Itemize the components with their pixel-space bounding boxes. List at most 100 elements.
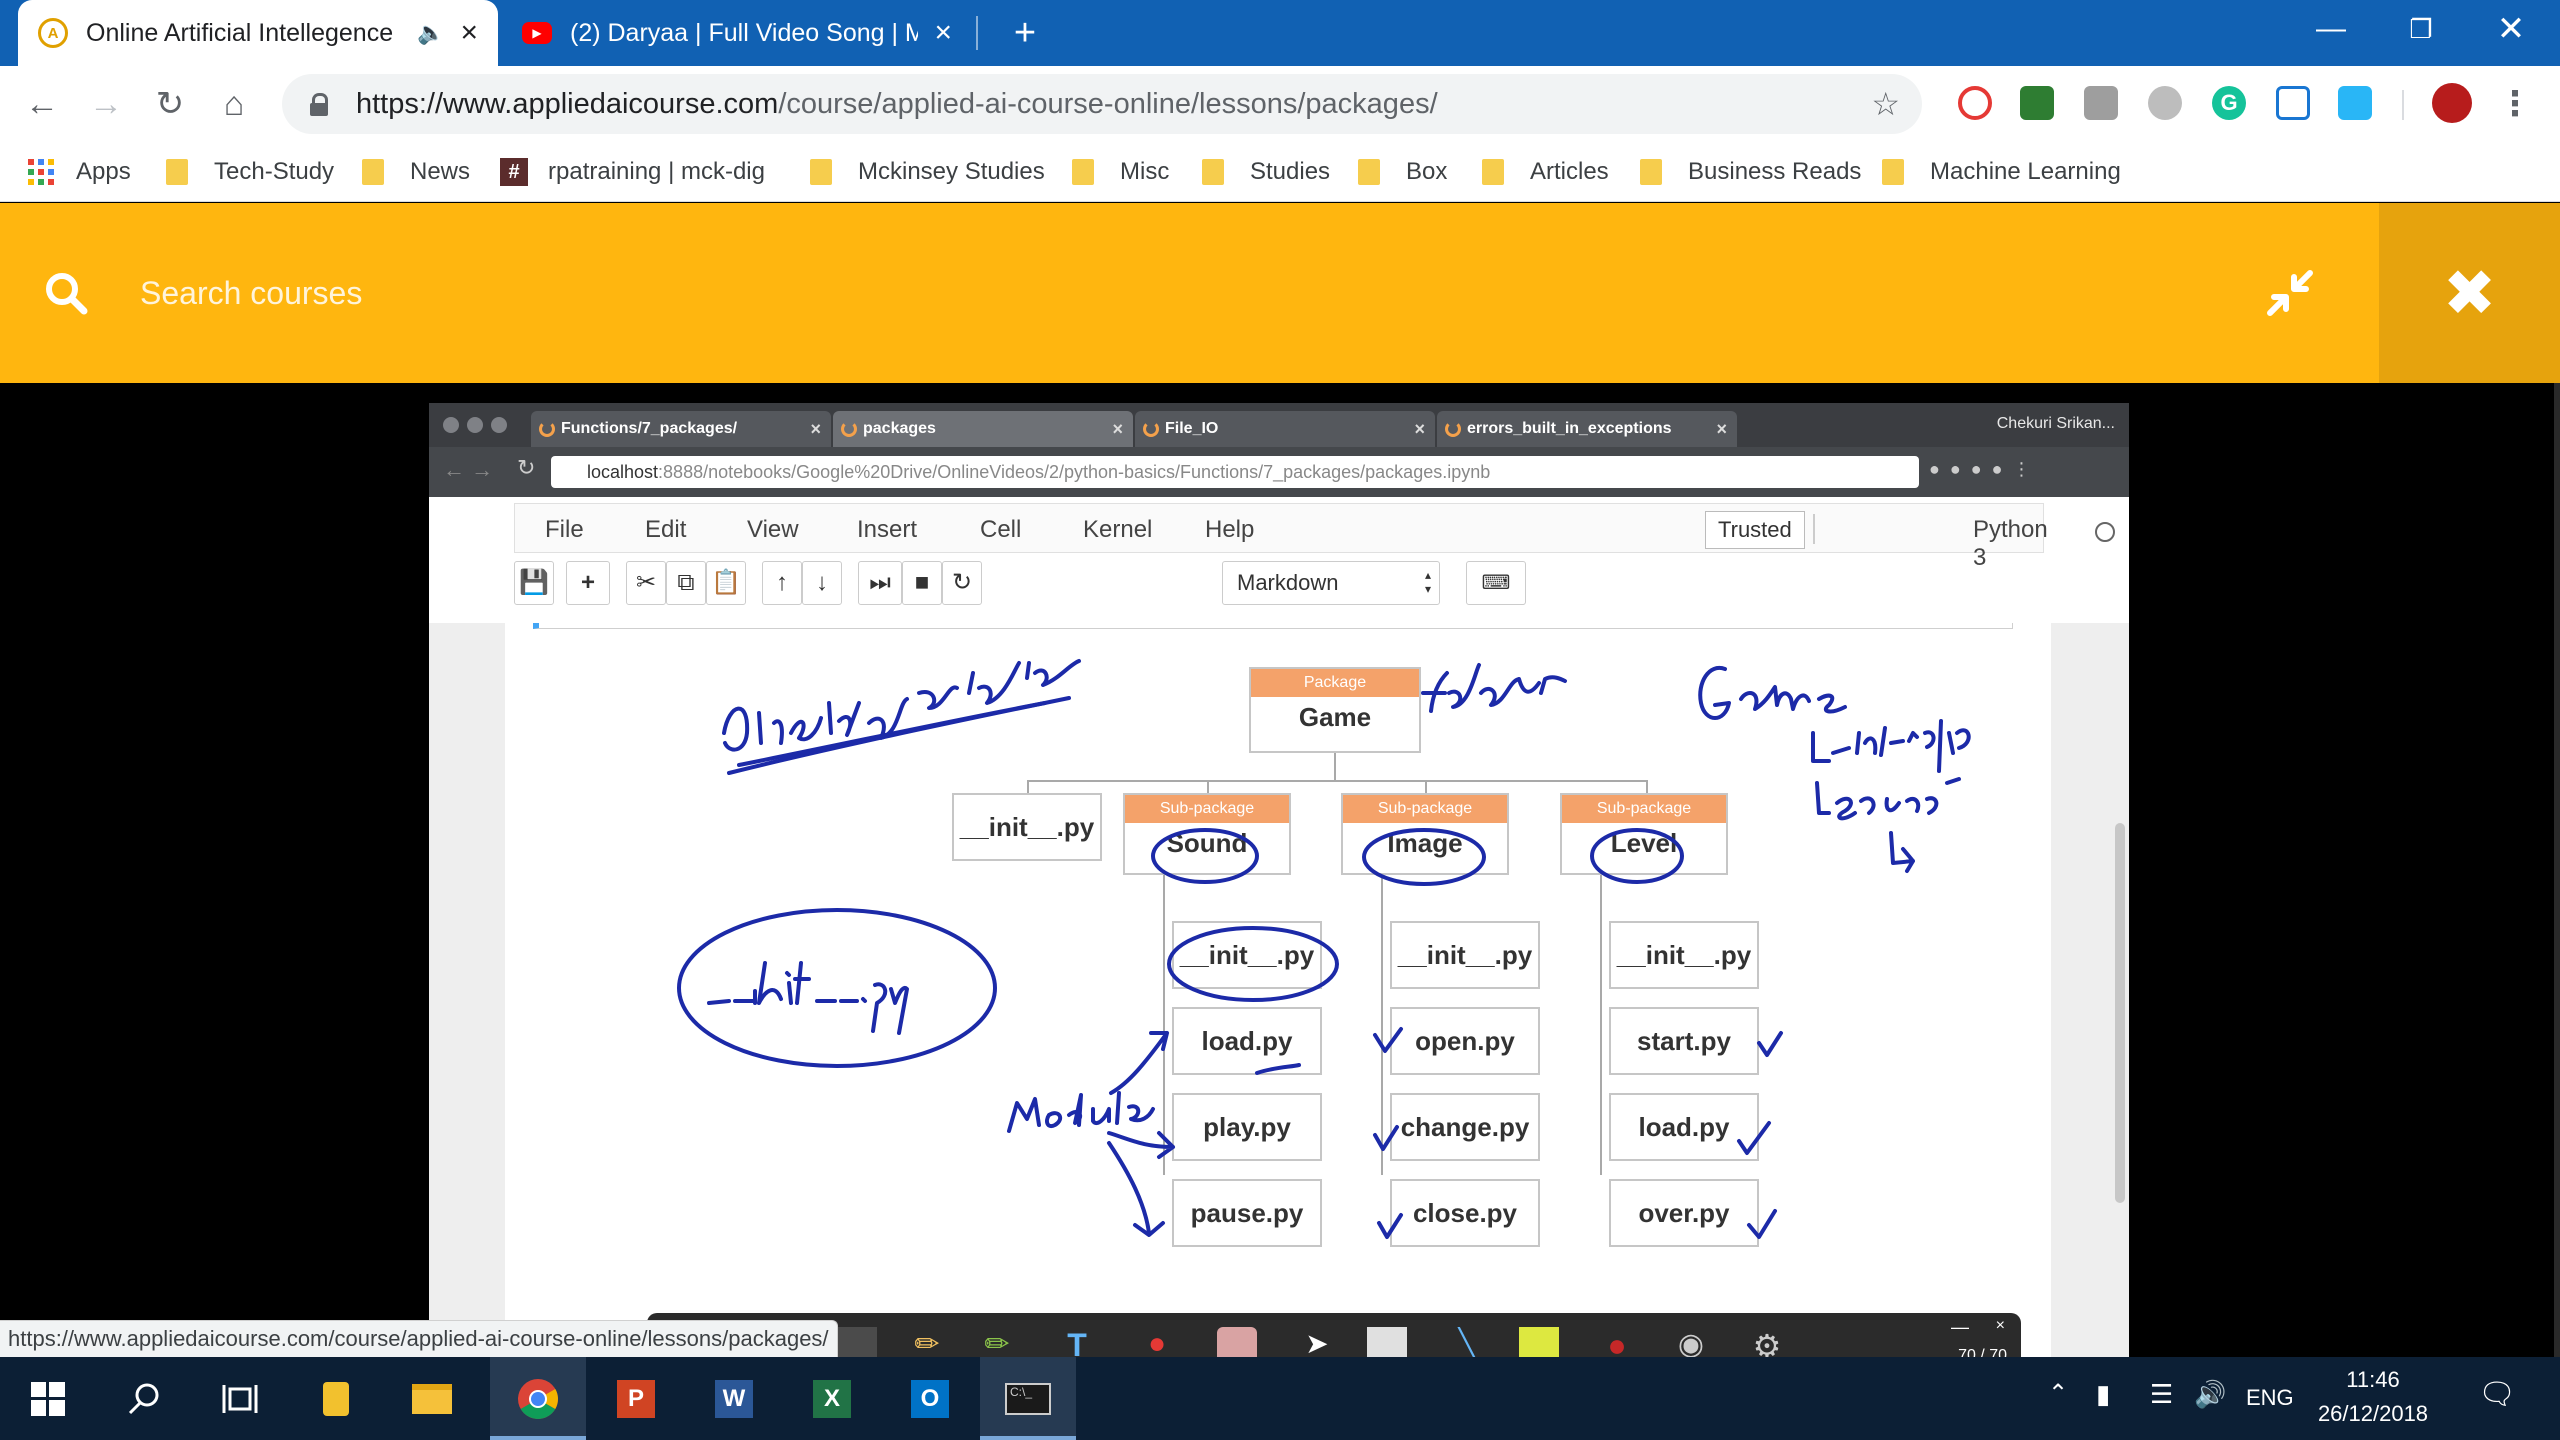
- page-tool-icon: [837, 1327, 877, 1357]
- menu-divider: [1813, 514, 1815, 544]
- subpackage-name: Image: [1387, 828, 1463, 858]
- language-indicator[interactable]: ENG: [2246, 1385, 2294, 1411]
- taskbar-app-word[interactable]: W: [686, 1357, 782, 1440]
- bookmark-folder[interactable]: Misc: [1072, 152, 1169, 192]
- tree-connector: [1163, 875, 1165, 1175]
- extension-blue-icon[interactable]: [2276, 86, 2310, 120]
- bookmark-folder[interactable]: Studies: [1202, 152, 1330, 192]
- insert-cell-icon: +: [566, 561, 610, 605]
- extension-red-icon[interactable]: [1958, 86, 1992, 120]
- cell-type-select: Markdown: [1222, 561, 1440, 605]
- tab-title: (2) Daryaa | Full Video Song | Ma: [570, 18, 919, 47]
- bookmark-folder[interactable]: Articles: [1482, 152, 1609, 192]
- taskbar-app-powerpoint[interactable]: P: [588, 1357, 684, 1440]
- close-tab-icon[interactable]: ×: [460, 16, 478, 50]
- subpackage-name: Sound: [1166, 828, 1248, 858]
- tree-connector: [1027, 780, 1647, 782]
- profile-avatar[interactable]: [2432, 83, 2472, 123]
- close-icon: ×: [1414, 418, 1425, 439]
- extension-sheet-icon[interactable]: [2020, 86, 2054, 120]
- home-button[interactable]: ⌂: [206, 76, 262, 132]
- close-icon: ×: [1112, 418, 1123, 439]
- eraser-icon: [1217, 1327, 1257, 1357]
- search-icon[interactable]: [44, 271, 88, 315]
- close-icon: ×: [1995, 1317, 2005, 1334]
- tray-chevron-icon[interactable]: ⌃: [2048, 1379, 2068, 1408]
- task-view-button[interactable]: [192, 1357, 288, 1440]
- jupyter-menubar: File Edit View Insert Cell Kernel Help T…: [514, 503, 2115, 571]
- address-bar[interactable]: https://www.appliedaicourse.com/course/a…: [282, 74, 1922, 134]
- reload-button[interactable]: ↻: [142, 76, 198, 132]
- wifi-icon[interactable]: ☰: [2150, 1379, 2173, 1410]
- volume-icon[interactable]: 🔊: [2194, 1379, 2226, 1410]
- bookmark-star-icon[interactable]: ☆: [1871, 85, 1900, 123]
- inner-tab-strip: Functions/7_packages/ × packages × File_IO…: [429, 403, 2129, 447]
- windows-logo-icon: [31, 1381, 65, 1416]
- grammarly-icon[interactable]: G: [2212, 86, 2246, 120]
- page-counter: 70 / 70: [1958, 1347, 2007, 1357]
- restore-button[interactable]: ❐: [2376, 0, 2466, 58]
- speaker-icon[interactable]: 🔈: [417, 20, 444, 46]
- menu-help: Help: [1205, 516, 1255, 543]
- notifications-icon[interactable]: 🗨: [2478, 1377, 2516, 1412]
- inner-user-name: Chekuri Srikan...: [1996, 415, 2115, 432]
- bookmark-label: rpatraining | mck-dig: [548, 158, 765, 185]
- bookmark-apps[interactable]: Apps: [28, 152, 131, 192]
- forward-button[interactable]: →: [78, 76, 134, 132]
- collapse-icon[interactable]: [2260, 263, 2320, 323]
- taskbar-app-explorer[interactable]: [384, 1357, 480, 1440]
- close-tab-icon[interactable]: ×: [934, 16, 952, 50]
- bookmark-folder[interactable]: Business Reads: [1640, 152, 1861, 192]
- line-tool-icon: ╲: [1458, 1328, 1476, 1357]
- clock-date[interactable]: 26/12/2018: [2306, 1401, 2440, 1427]
- bookmark-label: Box: [1406, 158, 1448, 185]
- taskbar-app-lock[interactable]: [288, 1357, 384, 1440]
- close-window-button[interactable]: ✕: [2466, 0, 2556, 58]
- search-taskbar-button[interactable]: [96, 1357, 192, 1440]
- taskbar-app-outlook[interactable]: O: [882, 1357, 978, 1440]
- clock-time[interactable]: 11:46: [2318, 1367, 2428, 1393]
- bookmark-folder[interactable]: Tech-Study: [166, 152, 334, 192]
- page-scrollbar[interactable]: [2554, 383, 2560, 1357]
- bookmark-label: Studies: [1250, 158, 1331, 185]
- bookmark-folder[interactable]: Mckinsey Studies: [810, 152, 1045, 192]
- search-input[interactable]: [140, 261, 1540, 325]
- cut-icon: ✂: [626, 561, 666, 605]
- new-tab-button[interactable]: +: [1000, 8, 1050, 58]
- battery-icon[interactable]: ▮: [2096, 1379, 2110, 1410]
- tab-separator: [976, 16, 978, 50]
- chrome-menu-icon[interactable]: ⋮: [2498, 78, 2532, 130]
- browser-toolbar: ← → ↻ ⌂ https://www.appliedaicourse.com /…: [0, 66, 2560, 142]
- minimize-icon: —: [1951, 1317, 1969, 1337]
- video-player[interactable]: Functions/7_packages/ × packages × File_IO…: [0, 383, 2560, 1357]
- whiteboard-icon: [1367, 1327, 1407, 1357]
- windows-extension-icon[interactable]: [2338, 86, 2372, 120]
- extension-grey-icon[interactable]: [2084, 86, 2118, 120]
- minimize-button[interactable]: —: [2286, 0, 2376, 58]
- bookmark-folder[interactable]: News: [362, 152, 470, 192]
- tab-online-ai[interactable]: A Online Artificial Intellegence 🔈 ×: [18, 0, 498, 66]
- start-button[interactable]: [0, 1357, 96, 1440]
- back-button[interactable]: ←: [14, 76, 70, 132]
- taskbar-app-terminal[interactable]: C:\_: [980, 1357, 1076, 1440]
- settings-gear-icon: ⚙: [1752, 1328, 1782, 1357]
- inner-tab: errors_built_in_exceptions ×: [1437, 411, 1737, 447]
- bookmark-folder[interactable]: Machine Learning: [1882, 152, 2121, 192]
- inner-url-host: localhost: [587, 461, 659, 482]
- close-icon: ×: [1716, 418, 1727, 439]
- lock-icon: [310, 93, 328, 116]
- tab-youtube[interactable]: ▶ (2) Daryaa | Full Video Song | Ma ×: [502, 0, 972, 66]
- extension-circle-icon[interactable]: [2148, 86, 2182, 120]
- inner-tab: File_IO ×: [1135, 411, 1435, 447]
- subpackage-header: Sub-package: [1562, 795, 1726, 823]
- move-down-icon: ↓: [802, 561, 842, 605]
- url-host: https://www.appliedaicourse.com: [356, 87, 779, 120]
- file-box: over.py: [1609, 1179, 1759, 1247]
- excel-icon: X: [813, 1379, 851, 1418]
- taskbar-app-excel[interactable]: X: [784, 1357, 880, 1440]
- bookmark-link[interactable]: # rpatraining | mck-dig: [500, 152, 765, 192]
- cell-border: [533, 623, 2013, 629]
- taskbar-app-chrome[interactable]: [490, 1357, 586, 1440]
- bookmark-folder[interactable]: Box: [1358, 152, 1447, 192]
- close-search-button[interactable]: ✖: [2379, 203, 2560, 383]
